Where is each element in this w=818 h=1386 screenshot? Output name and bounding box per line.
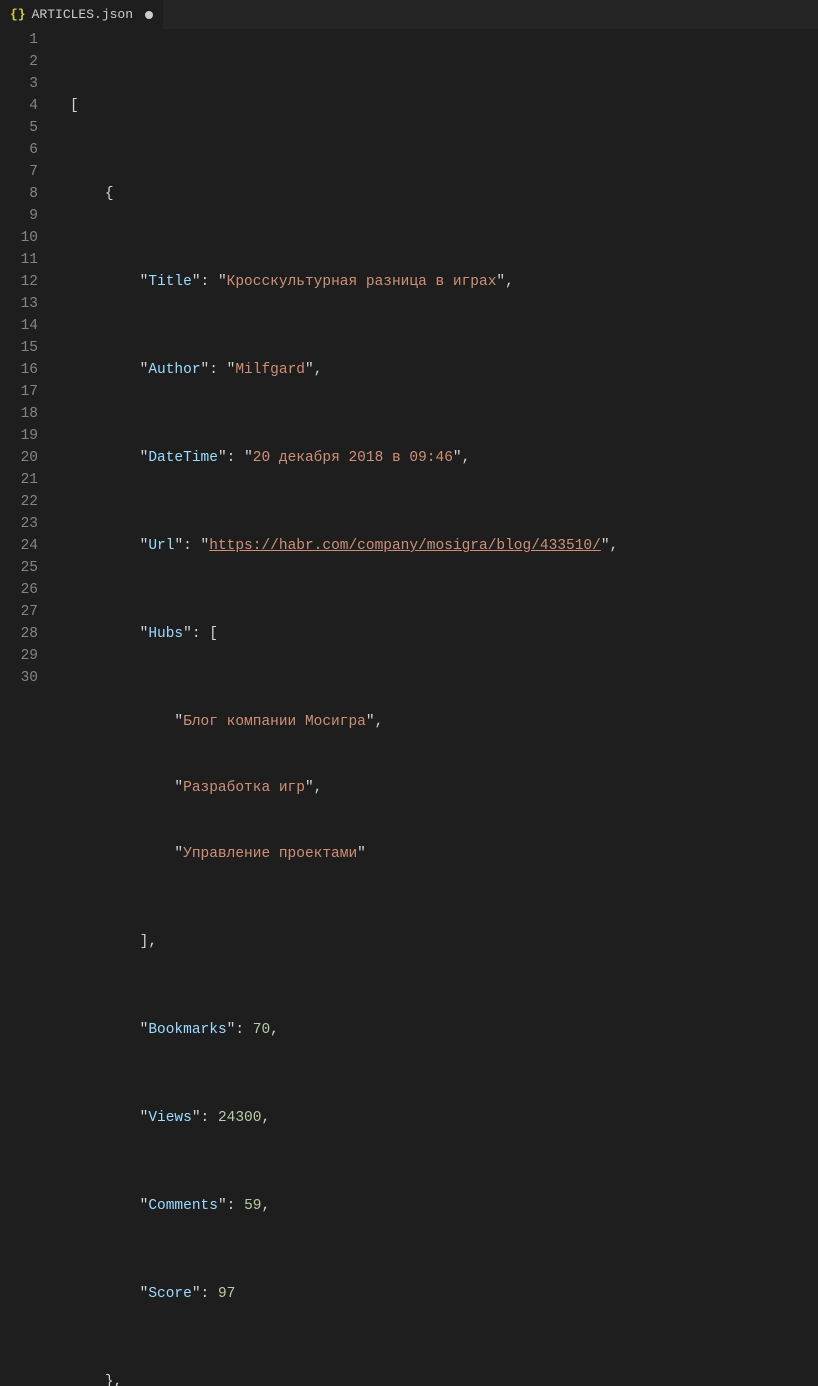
line-number: 1 xyxy=(8,29,38,51)
line-number: 8 xyxy=(8,183,38,205)
json-string: Разработка игр xyxy=(183,780,305,796)
json-key: Score xyxy=(148,1286,192,1302)
line-number: 11 xyxy=(8,249,38,271)
json-key: Views xyxy=(148,1110,192,1126)
line-number: 18 xyxy=(8,403,38,425)
line-number: 24 xyxy=(8,535,38,557)
brace-open: { xyxy=(105,186,114,202)
line-number: 17 xyxy=(8,381,38,403)
brace-close: }, xyxy=(105,1374,122,1386)
line-number: 7 xyxy=(8,161,38,183)
line-number: 27 xyxy=(8,601,38,623)
line-number: 16 xyxy=(8,359,38,381)
dirty-indicator-icon xyxy=(145,11,153,19)
code-line[interactable]: "Author": "Milfgard", xyxy=(56,359,818,381)
line-number: 28 xyxy=(8,623,38,645)
bracket-open: [ xyxy=(209,626,218,642)
json-string: Milfgard xyxy=(235,362,305,378)
json-string: Кросскультурная разница в играх xyxy=(227,274,497,290)
line-number: 30 xyxy=(8,667,38,689)
tab-articles-json[interactable]: {} ARTICLES.json xyxy=(0,0,163,29)
line-number: 9 xyxy=(8,205,38,227)
json-key: DateTime xyxy=(148,450,218,466)
line-number: 26 xyxy=(8,579,38,601)
line-number: 3 xyxy=(8,73,38,95)
code-line[interactable]: "Управление проектами" xyxy=(56,843,818,865)
json-number: 24300 xyxy=(218,1110,262,1126)
json-key: Author xyxy=(148,362,200,378)
json-key: Comments xyxy=(148,1198,218,1214)
code-line[interactable]: "Bookmarks": 70, xyxy=(56,1019,818,1041)
line-number: 21 xyxy=(8,469,38,491)
line-number: 20 xyxy=(8,447,38,469)
json-file-icon: {} xyxy=(10,4,26,26)
bracket-open: [ xyxy=(70,98,79,114)
code-line[interactable]: "Разработка игр", xyxy=(56,777,818,799)
json-number: 59 xyxy=(244,1198,261,1214)
line-number: 13 xyxy=(8,293,38,315)
code-line[interactable]: "Hubs": [ xyxy=(56,623,818,645)
json-string: Блог компании Мосигра xyxy=(183,714,366,730)
json-key: Hubs xyxy=(148,626,183,642)
code-line[interactable]: "Comments": 59, xyxy=(56,1195,818,1217)
code-line[interactable]: [ xyxy=(56,95,818,117)
json-key: Bookmarks xyxy=(148,1022,226,1038)
line-number: 5 xyxy=(8,117,38,139)
code-line[interactable]: "Title": "Кросскультурная разница в игра… xyxy=(56,271,818,293)
json-key: Url xyxy=(148,538,174,554)
line-number: 14 xyxy=(8,315,38,337)
code-line[interactable]: "Блог компании Мосигра", xyxy=(56,711,818,733)
line-number: 25 xyxy=(8,557,38,579)
json-url[interactable]: https://habr.com/company/mosigra/blog/43… xyxy=(209,538,601,554)
code-line[interactable]: }, xyxy=(56,1371,818,1386)
code-line[interactable]: ], xyxy=(56,931,818,953)
json-key: Title xyxy=(148,274,192,290)
line-number: 2 xyxy=(8,51,38,73)
line-number: 23 xyxy=(8,513,38,535)
line-number: 10 xyxy=(8,227,38,249)
json-string: Управление проектами xyxy=(183,846,357,862)
code-line[interactable]: { xyxy=(56,183,818,205)
bracket-close: ], xyxy=(140,934,157,950)
line-number: 15 xyxy=(8,337,38,359)
code-line[interactable]: "Url": "https://habr.com/company/mosigra… xyxy=(56,535,818,557)
code-line[interactable]: "Views": 24300, xyxy=(56,1107,818,1129)
line-number: 22 xyxy=(8,491,38,513)
editor: 1 2 3 4 5 6 7 8 9 10 11 12 13 14 15 16 1… xyxy=(0,29,818,693)
line-number: 19 xyxy=(8,425,38,447)
line-number: 12 xyxy=(8,271,38,293)
json-number: 97 xyxy=(218,1286,235,1302)
code-line[interactable]: "DateTime": "20 декабря 2018 в 09:46", xyxy=(56,447,818,469)
line-number: 6 xyxy=(8,139,38,161)
line-number: 29 xyxy=(8,645,38,667)
tab-filename: ARTICLES.json xyxy=(32,4,133,26)
json-string: 20 декабря 2018 в 09:46 xyxy=(253,450,453,466)
tab-bar: {} ARTICLES.json xyxy=(0,0,818,29)
json-number: 70 xyxy=(253,1022,270,1038)
line-number-gutter: 1 2 3 4 5 6 7 8 9 10 11 12 13 14 15 16 1… xyxy=(0,29,56,693)
code-line[interactable]: "Score": 97 xyxy=(56,1283,818,1305)
line-number: 4 xyxy=(8,95,38,117)
code-area[interactable]: [ { "Title": "Кросскультурная разница в … xyxy=(56,29,818,693)
